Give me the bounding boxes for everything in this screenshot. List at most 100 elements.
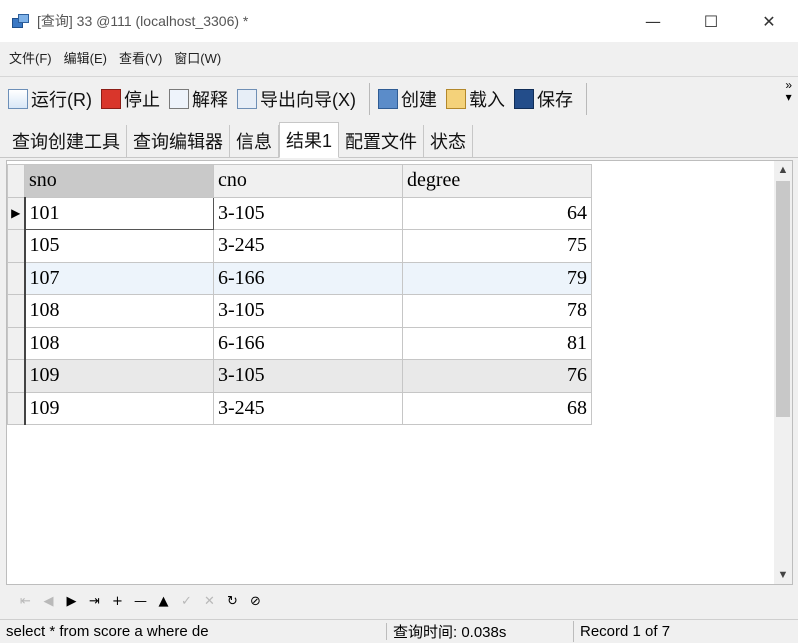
stop-refresh-icon[interactable]: ⊘ <box>244 594 267 609</box>
table-row[interactable]: 108 6-166 81 <box>7 326 592 360</box>
table-row[interactable]: 105 3-245 75 <box>7 229 592 263</box>
tab-status[interactable]: 状态 <box>424 125 474 157</box>
row-indicator <box>7 229 26 263</box>
result-grid-area: sno cno degree ▶ 101 3-105 64 105 3-245 … <box>6 160 793 585</box>
cell-cno[interactable]: 3-245 <box>213 229 403 263</box>
record-navigator: ⇤ ◀ ▶ ⇥ + — ▲ ✓ ✕ ↻ ⊘ <box>6 588 793 614</box>
title-bar: [查询] 33 @111 (localhost_3306) * — ☐ ✕ <box>0 0 798 42</box>
caret-down-icon: ▾ <box>785 90 792 104</box>
toolbar: 运行(R) 停止 解释 导出向导(X) 创建 载入 保存 » ▾ <box>0 76 798 120</box>
cell-cno[interactable]: 3-105 <box>213 294 403 328</box>
export-label: 导出向导(X) <box>260 89 356 110</box>
cell-degree[interactable]: 79 <box>402 261 592 295</box>
explain-button[interactable]: 解释 <box>169 84 228 114</box>
tab-profile[interactable]: 配置文件 <box>339 125 425 157</box>
menu-file[interactable]: 文件(F) <box>9 48 52 67</box>
cell-degree[interactable]: 76 <box>402 359 592 393</box>
save-icon <box>514 88 534 109</box>
column-header-degree[interactable]: degree <box>402 164 592 198</box>
cell-sno[interactable]: 101 <box>24 196 214 230</box>
menu-bar: 文件(F) 编辑(E) 查看(V) 窗口(W) <box>0 44 798 70</box>
create-icon <box>378 88 398 109</box>
cancel-changes-icon[interactable]: ✕ <box>198 594 221 609</box>
close-button[interactable]: ✕ <box>740 0 798 42</box>
explain-icon <box>169 88 189 109</box>
explain-label: 解释 <box>192 89 228 110</box>
export-icon <box>237 88 257 109</box>
create-button[interactable]: 创建 <box>378 84 437 114</box>
table-row[interactable]: ▶ 101 3-105 64 <box>7 196 592 230</box>
cell-cno[interactable]: 3-245 <box>213 391 403 425</box>
table-row[interactable]: 107 6-166 79 <box>7 261 592 295</box>
column-header-cno[interactable]: cno <box>213 164 403 198</box>
status-sql-text: select * from score a where de <box>0 623 387 640</box>
cell-degree[interactable]: 75 <box>402 229 592 263</box>
delete-record-icon[interactable]: — <box>129 594 152 609</box>
previous-record-icon[interactable]: ◀ <box>37 594 60 609</box>
menu-view[interactable]: 查看(V) <box>119 48 162 67</box>
load-button[interactable]: 载入 <box>446 84 505 114</box>
next-record-icon[interactable]: ▶ <box>60 594 83 609</box>
add-record-icon[interactable]: + <box>106 594 129 609</box>
cell-cno[interactable]: 6-166 <box>213 261 403 295</box>
scroll-up-icon[interactable]: ▲ <box>774 161 792 179</box>
toolbar-overflow-button[interactable]: » ▾ <box>785 79 792 103</box>
row-indicator <box>7 359 26 393</box>
cell-degree[interactable]: 64 <box>402 196 592 230</box>
menu-edit[interactable]: 编辑(E) <box>64 48 107 67</box>
table-row[interactable]: 109 3-105 76 <box>7 359 592 393</box>
folder-open-icon <box>446 88 466 109</box>
row-indicator <box>7 326 26 360</box>
table-row[interactable]: 109 3-245 68 <box>7 391 592 425</box>
cell-sno[interactable]: 108 <box>24 326 214 360</box>
stop-button[interactable]: 停止 <box>101 84 160 114</box>
scroll-down-icon[interactable]: ▼ <box>774 566 792 584</box>
status-record-count: Record 1 of 7 <box>580 623 671 640</box>
run-button[interactable]: 运行(R) <box>8 84 92 114</box>
row-indicator <box>7 294 26 328</box>
menu-window[interactable]: 窗口(W) <box>174 48 221 67</box>
column-header-sno[interactable]: sno <box>24 164 214 198</box>
edit-record-icon[interactable]: ▲ <box>152 594 175 609</box>
cell-degree[interactable]: 68 <box>402 391 592 425</box>
cell-sno[interactable]: 109 <box>24 359 214 393</box>
row-indicator <box>7 391 26 425</box>
apply-changes-icon[interactable]: ✓ <box>175 594 198 609</box>
tab-query-editor[interactable]: 查询编辑器 <box>127 125 230 157</box>
tab-info[interactable]: 信息 <box>230 125 279 157</box>
save-button[interactable]: 保存 <box>514 84 573 114</box>
run-icon <box>8 88 28 109</box>
row-indicator-header <box>7 164 25 198</box>
cell-sno[interactable]: 108 <box>24 294 214 328</box>
scrollbar-thumb[interactable] <box>776 181 790 417</box>
toolbar-separator <box>369 82 370 115</box>
refresh-icon[interactable]: ↻ <box>221 594 244 609</box>
query-window-icon <box>12 13 30 29</box>
grid-header-row: sno cno degree <box>7 164 592 198</box>
table-row[interactable]: 108 3-105 78 <box>7 294 592 328</box>
minimize-button[interactable]: — <box>624 0 682 42</box>
toolbar-separator <box>586 82 587 115</box>
vertical-scrollbar[interactable]: ▲ ▼ <box>774 161 792 584</box>
tab-result-1[interactable]: 结果1 <box>279 122 340 158</box>
create-label: 创建 <box>401 89 437 110</box>
cell-degree[interactable]: 81 <box>402 326 592 360</box>
cell-sno[interactable]: 105 <box>24 229 214 263</box>
result-grid: sno cno degree ▶ 101 3-105 64 105 3-245 … <box>7 164 592 425</box>
cell-cno[interactable]: 6-166 <box>213 326 403 360</box>
export-wizard-button[interactable]: 导出向导(X) <box>237 84 356 114</box>
last-record-icon[interactable]: ⇥ <box>83 594 106 609</box>
tab-bar: 查询创建工具 查询编辑器 信息 结果1 配置文件 状态 <box>0 122 798 158</box>
stop-label: 停止 <box>124 89 160 110</box>
cell-sno[interactable]: 107 <box>24 261 214 295</box>
cell-cno[interactable]: 3-105 <box>213 196 403 230</box>
maximize-button[interactable]: ☐ <box>682 0 740 42</box>
cell-cno[interactable]: 3-105 <box>213 359 403 393</box>
cell-degree[interactable]: 78 <box>402 294 592 328</box>
save-label: 保存 <box>537 89 573 110</box>
tab-query-builder[interactable]: 查询创建工具 <box>6 125 127 157</box>
window-title: [查询] 33 @111 (localhost_3306) * <box>37 13 249 29</box>
first-record-icon[interactable]: ⇤ <box>14 594 37 609</box>
load-label: 载入 <box>469 89 505 110</box>
cell-sno[interactable]: 109 <box>24 391 214 425</box>
